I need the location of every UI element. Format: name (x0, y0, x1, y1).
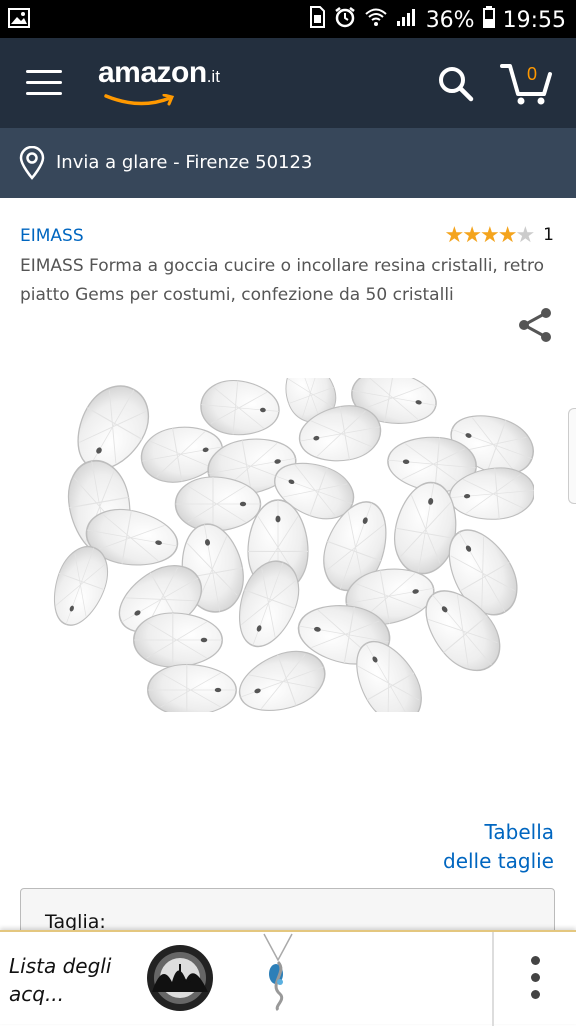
bottom-bar-divider (492, 932, 494, 1026)
signal-icon (396, 7, 418, 33)
battery-percent: 36% (425, 7, 475, 33)
status-bar: 36% 19:55 (0, 0, 576, 38)
wishlist-thumbnail-clock[interactable] (142, 942, 218, 1014)
star-rating-icon: ★★★★★ (444, 222, 536, 247)
image-carousel-edge[interactable] (568, 408, 576, 504)
wifi-icon (364, 7, 388, 33)
menu-icon[interactable] (26, 70, 62, 96)
wishlist-line1: Lista degli (9, 954, 112, 978)
product-title: EIMASS Forma a goccia cucire o incollare… (20, 256, 544, 305)
battery-icon (482, 6, 495, 34)
delivery-location-text: Invia a glare - Firenze 50123 (56, 152, 313, 173)
delivery-location-bar[interactable]: Invia a glare - Firenze 50123 (0, 128, 576, 198)
clock: 19:55 (502, 7, 566, 33)
rating-summary[interactable]: ★★★★★ 1 (445, 222, 554, 248)
size-chart-line1: Tabella (484, 820, 554, 844)
size-chart-link[interactable]: Tabella delle taglie (443, 818, 554, 876)
logo-tld: .it (206, 67, 220, 86)
product-image[interactable] (42, 354, 542, 735)
cart-count: 0 (527, 64, 538, 84)
rating-count: 1 (543, 225, 554, 245)
location-pin-icon (18, 145, 46, 185)
logo-smile-icon (104, 94, 175, 106)
share-icon[interactable] (516, 306, 554, 344)
logo-word: amazon (98, 56, 207, 89)
amazon-logo[interactable]: amazon.it (98, 56, 220, 106)
wishlist-thumbnail-necklace[interactable] (258, 932, 298, 1012)
more-options-icon[interactable] (520, 956, 550, 1002)
wishlist-bottom-bar: Lista degli acq... (0, 930, 576, 1026)
brand-link[interactable]: EIMASS (20, 226, 84, 246)
sim-icon (308, 6, 326, 34)
size-chart-line2: delle taglie (443, 849, 554, 873)
wishlist-line2: acq... (9, 982, 65, 1006)
app-header: amazon.it 0 (0, 38, 576, 128)
cart-button[interactable]: 0 (500, 60, 556, 108)
wishlist-link[interactable]: Lista degli acq... (9, 952, 111, 1008)
gallery-notification-icon (8, 8, 30, 33)
search-icon[interactable] (436, 64, 476, 104)
alarm-icon (334, 6, 356, 34)
